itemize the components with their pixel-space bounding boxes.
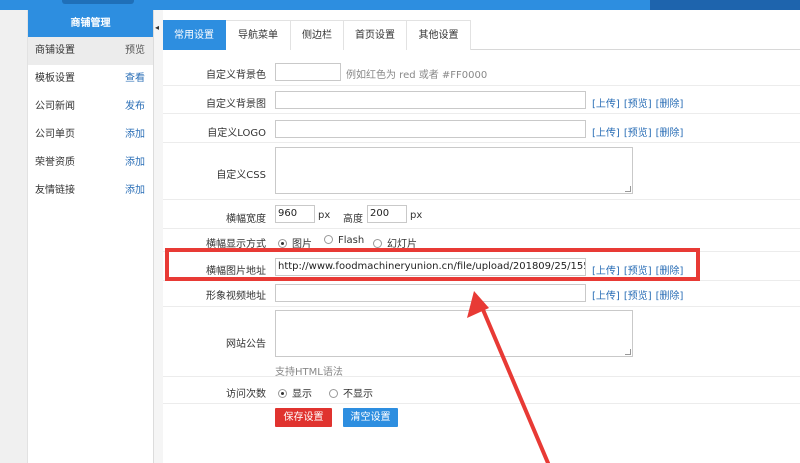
field-label: 访问次数	[226, 389, 266, 400]
delete-link[interactable]: [删除]	[656, 266, 684, 277]
height-label: 高度	[343, 214, 363, 225]
field-label: 自定义背景图	[206, 99, 266, 110]
sidebar-item-action[interactable]: 添加	[125, 121, 145, 149]
tab-common-settings[interactable]: 常用设置	[163, 20, 226, 50]
radio-flash[interactable]: Flash	[324, 235, 364, 246]
banner-url-actions: [上传] [预览] [删除]	[592, 262, 687, 277]
tab-other-settings[interactable]: 其他设置	[407, 20, 471, 50]
form-row-video-url: 形象视频地址 [上传] [预览] [删除]	[163, 281, 800, 307]
bg-image-input[interactable]	[275, 91, 586, 109]
preview-link[interactable]: [预览]	[624, 266, 652, 277]
sidebar-item-company-news[interactable]: 公司新闻 发布	[28, 93, 153, 121]
upload-link[interactable]: [上传]	[592, 266, 620, 277]
sidebar-collapse-icon[interactable]: ◂	[155, 22, 163, 34]
field-label: 横幅图片地址	[206, 266, 266, 277]
sidebar-item-label: 荣誉资质	[35, 157, 75, 168]
height-unit: px	[410, 210, 423, 221]
logo-actions: [上传] [预览] [删除]	[592, 124, 687, 139]
form-row-notice: 网站公告 支持HTML语法	[163, 307, 800, 378]
sidebar-item-honors[interactable]: 荣誉资质 添加	[28, 149, 153, 177]
radio-slideshow[interactable]: 幻灯片	[373, 235, 417, 250]
notice-hint: 支持HTML语法	[275, 367, 343, 378]
field-label: 横幅宽度	[226, 214, 266, 225]
sidebar-item-action[interactable]: 添加	[125, 149, 145, 177]
video-url-actions: [上传] [预览] [删除]	[592, 287, 687, 302]
sidebar-item-action[interactable]: 预览	[125, 37, 145, 65]
radio-image[interactable]: 图片	[278, 235, 312, 250]
sidebar-item-label: 公司单页	[35, 129, 75, 140]
logo-input[interactable]	[275, 120, 586, 138]
sidebar-item-label: 友情链接	[35, 185, 75, 196]
preview-link[interactable]: [预览]	[624, 291, 652, 302]
bg-color-input[interactable]	[275, 63, 341, 81]
tab-homepage-settings[interactable]: 首页设置	[344, 20, 407, 50]
field-label: 形象视频地址	[206, 291, 266, 302]
form-row-banner-size: 横幅宽度 960 px 高度 200 px	[163, 200, 800, 229]
form-row-banner-mode: 横幅显示方式 图片 Flash 幻灯片	[163, 229, 800, 252]
upload-link[interactable]: [上传]	[592, 128, 620, 139]
radio-hide[interactable]: 不显示	[329, 385, 373, 400]
sidebar-item-action[interactable]: 发布	[125, 93, 145, 121]
resize-grip-icon[interactable]	[625, 186, 631, 192]
css-textarea[interactable]	[275, 147, 633, 194]
preview-link[interactable]: [预览]	[624, 128, 652, 139]
delete-link[interactable]: [删除]	[656, 291, 684, 302]
sidebar-item-friend-links[interactable]: 友情链接 添加	[28, 177, 153, 205]
form-row-bg-image: 自定义背景图 [上传] [预览] [删除]	[163, 86, 800, 114]
field-label: 横幅显示方式	[206, 239, 266, 250]
tab-bar: 常用设置 导航菜单 侧边栏 首页设置 其他设置	[163, 20, 800, 50]
upload-link[interactable]: [上传]	[592, 291, 620, 302]
form-row-visits: 访问次数 显示 不显示	[163, 377, 800, 404]
bg-color-hint: 例如红色为 red 或者 #FF0000	[346, 70, 488, 81]
radio-show[interactable]: 显示	[278, 385, 312, 400]
tab-sidebar[interactable]: 侧边栏	[291, 20, 344, 50]
radio-icon	[373, 239, 382, 248]
sidebar-title: 商铺管理	[28, 10, 153, 37]
top-header-bar	[0, 0, 800, 10]
sidebar-item-label: 公司新闻	[35, 101, 75, 112]
sidebar-item-company-pages[interactable]: 公司单页 添加	[28, 121, 153, 149]
save-settings-button[interactable]: 保存设置	[275, 408, 332, 427]
delete-link[interactable]: [删除]	[656, 99, 684, 110]
field-label: 自定义LOGO	[207, 128, 266, 139]
field-label: 自定义CSS	[216, 170, 266, 181]
radio-checked-icon	[278, 389, 287, 398]
sidebar: 商铺管理 商铺设置 预览 模板设置 查看 公司新闻 发布 公司单页 添加 荣誉资…	[28, 10, 154, 463]
upload-link[interactable]: [上传]	[592, 99, 620, 110]
video-url-input[interactable]	[275, 284, 586, 302]
sidebar-item-label: 模板设置	[35, 73, 75, 84]
form-row-banner-url: 横幅图片地址 http://www.foodmachineryunion.cn/…	[163, 252, 800, 281]
logo-fragment	[62, 0, 134, 4]
notice-textarea[interactable]	[275, 310, 633, 357]
bg-image-actions: [上传] [预览] [删除]	[592, 95, 687, 110]
resize-grip-icon[interactable]	[625, 349, 631, 355]
form-row-css: 自定义CSS	[163, 143, 800, 200]
sidebar-item-action[interactable]: 添加	[125, 177, 145, 205]
form-row-bg-color: 自定义背景色 例如红色为 red 或者 #FF0000	[163, 58, 800, 86]
radio-icon	[324, 235, 333, 244]
top-header-right	[650, 0, 800, 10]
delete-link[interactable]: [删除]	[656, 128, 684, 139]
banner-width-input[interactable]: 960	[275, 205, 315, 223]
preview-link[interactable]: [预览]	[624, 99, 652, 110]
radio-checked-icon	[278, 239, 287, 248]
banner-height-input[interactable]: 200	[367, 205, 407, 223]
sidebar-item-label: 商铺设置	[35, 45, 75, 56]
clear-settings-button[interactable]: 清空设置	[343, 408, 398, 427]
main-panel: 常用设置 导航菜单 侧边栏 首页设置 其他设置 自定义背景色 例如红色为 red…	[163, 10, 800, 463]
sidebar-item-shop-settings[interactable]: 商铺设置 预览	[28, 37, 153, 65]
radio-icon	[329, 389, 338, 398]
banner-url-input[interactable]: http://www.foodmachineryunion.cn/file/up…	[275, 258, 586, 276]
left-gutter	[0, 10, 28, 463]
field-label: 自定义背景色	[206, 70, 266, 81]
sidebar-item-template-settings[interactable]: 模板设置 查看	[28, 65, 153, 93]
sidebar-item-action[interactable]: 查看	[125, 65, 145, 93]
tab-navigation-menu[interactable]: 导航菜单	[226, 20, 291, 50]
width-unit: px	[318, 210, 331, 221]
form-row-logo: 自定义LOGO [上传] [预览] [删除]	[163, 114, 800, 143]
field-label: 网站公告	[226, 339, 266, 350]
